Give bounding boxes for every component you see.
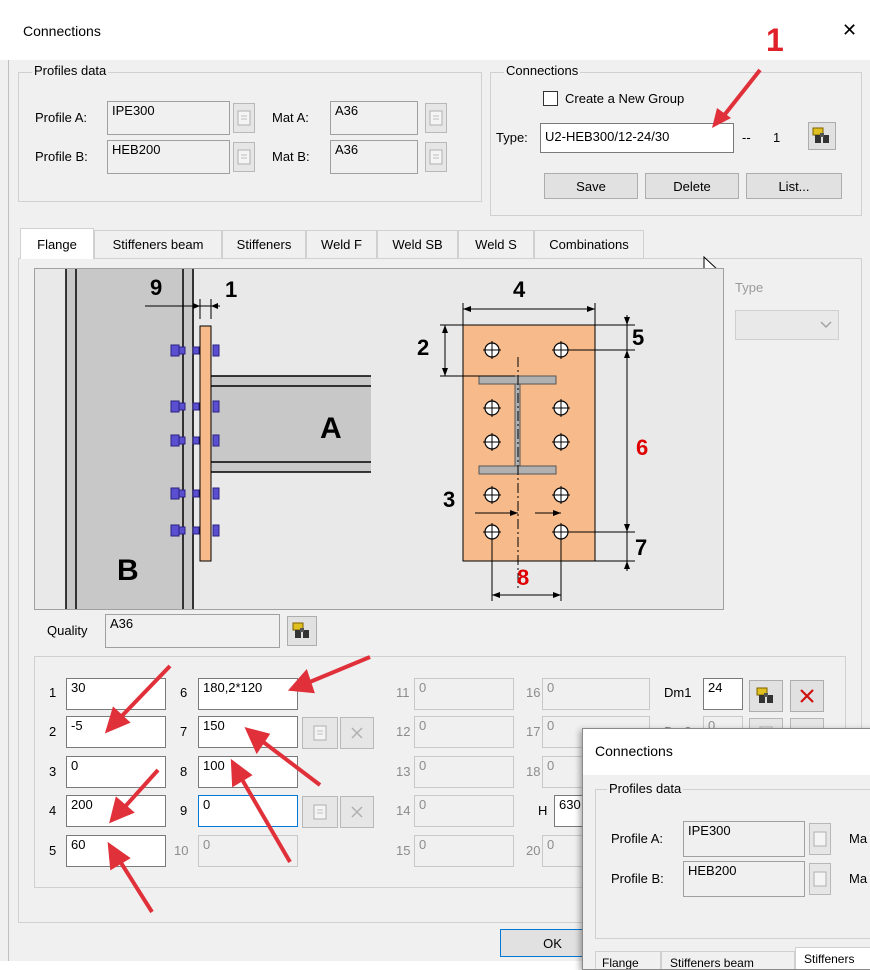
overlay-profile-b-picker-button[interactable]: [809, 863, 831, 895]
overlay-mat-b-fragment: Ma: [849, 871, 868, 886]
overlay-profile-a-picker-button[interactable]: [809, 823, 831, 855]
overlay-group-title: Profiles data: [607, 781, 684, 796]
overlay-title: Connections: [595, 743, 673, 759]
overlay-profile-a-field: IPE300: [683, 821, 805, 857]
overlay-profile-b-field: HEB200: [683, 861, 805, 897]
overlay-tab-stiffeners[interactable]: Stiffeners: [795, 947, 870, 969]
overlay-mat-a-fragment: Ma: [849, 831, 868, 846]
overlay-dialog: Connections Profiles data Profile A: IPE…: [582, 728, 870, 970]
overlay-profile-b-label: Profile B:: [611, 871, 664, 886]
document-icon: [813, 871, 827, 887]
document-icon: [813, 831, 827, 847]
overlay-profile-a-label: Profile A:: [611, 831, 664, 846]
tab-flange[interactable]: Flange: [20, 228, 94, 259]
